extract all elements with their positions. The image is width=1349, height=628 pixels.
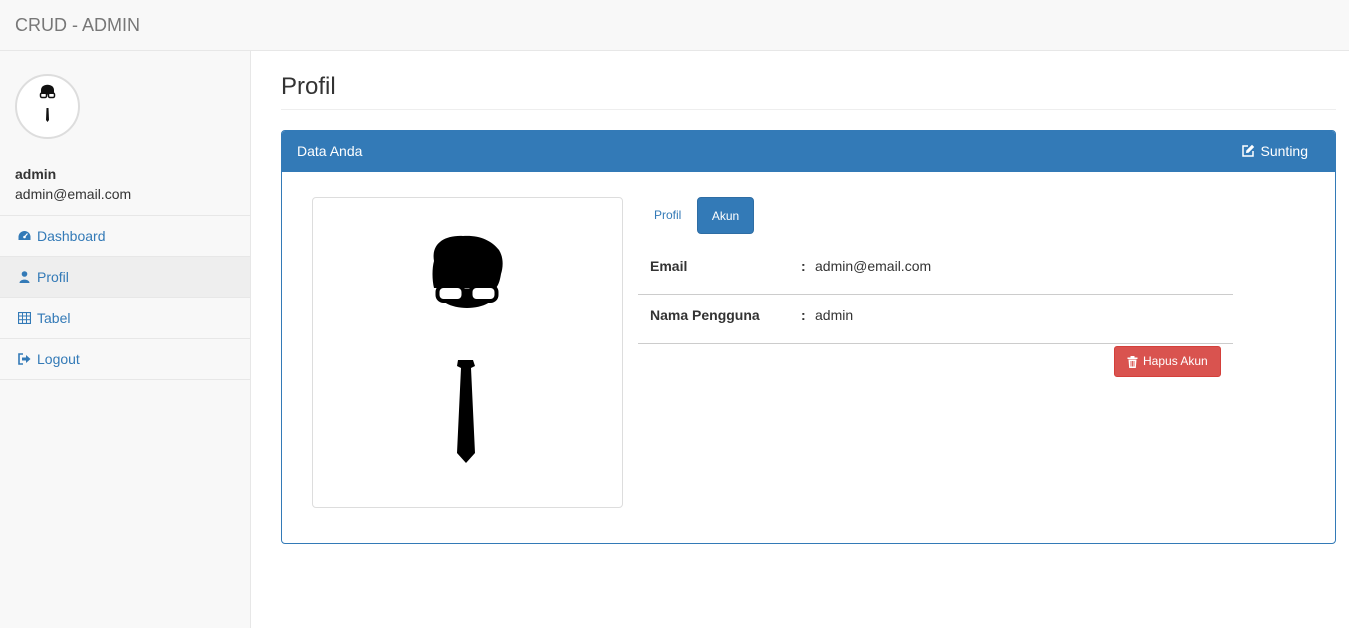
- field-separator: :: [801, 258, 806, 274]
- top-navbar: CRUD - ADMIN: [0, 0, 1349, 51]
- sidebar-menu: Dashboard Profil Tabel Logout: [0, 215, 250, 380]
- page-title: Profil: [281, 73, 336, 100]
- field-separator: :: [801, 307, 806, 323]
- account-info-table: Email : admin@email.com Nama Pengguna : …: [638, 246, 1233, 344]
- panel-title: Data Anda: [297, 143, 363, 159]
- user-icon: [19, 271, 30, 283]
- sidebar-item-logout[interactable]: Logout: [0, 339, 250, 380]
- edit-button-label: Sunting: [1260, 143, 1308, 159]
- field-value: admin@email.com: [815, 258, 932, 274]
- sidebar-item-profil[interactable]: Profil: [0, 257, 250, 298]
- avatar-figure-icon: [39, 84, 56, 122]
- sidebar-item-label: Tabel: [37, 310, 71, 326]
- edit-button[interactable]: Sunting: [1241, 143, 1308, 160]
- field-label: Nama Pengguna: [650, 307, 760, 323]
- profile-figure-icon: [432, 235, 503, 463]
- delete-account-button[interactable]: Hapus Akun: [1114, 346, 1221, 377]
- sidebar-item-dashboard[interactable]: Dashboard: [0, 216, 250, 257]
- user-name: admin: [15, 166, 57, 182]
- table-row: Nama Pengguna : admin: [638, 295, 1233, 344]
- edit-icon: [1241, 144, 1254, 157]
- field-label: Email: [650, 258, 688, 274]
- avatar: [15, 74, 80, 139]
- table-row: Email : admin@email.com: [638, 246, 1233, 295]
- sidebar-item-label: Logout: [37, 351, 80, 367]
- dashboard-icon: [18, 231, 31, 240]
- tab-profil[interactable]: Profil: [638, 197, 697, 234]
- profile-panel: Data Anda Sunting Profil Akun Email : ad…: [281, 130, 1336, 544]
- profile-photo: [312, 197, 623, 508]
- delete-button-label: Hapus Akun: [1143, 354, 1208, 368]
- trash-icon: [1127, 356, 1138, 368]
- panel-heading: Data Anda Sunting: [282, 131, 1335, 172]
- tab-akun[interactable]: Akun: [697, 197, 754, 234]
- page-header: Profil: [281, 72, 1336, 110]
- table-icon: [18, 312, 31, 324]
- sidebar-item-label: Dashboard: [37, 228, 106, 244]
- user-email: admin@email.com: [15, 186, 132, 202]
- logout-icon: [18, 353, 31, 365]
- field-value: admin: [815, 307, 854, 323]
- brand-title[interactable]: CRUD - ADMIN: [15, 14, 140, 36]
- sidebar: admin admin@email.com Dashboard Profil T…: [0, 51, 251, 628]
- sidebar-item-label: Profil: [37, 269, 69, 285]
- sidebar-item-tabel[interactable]: Tabel: [0, 298, 250, 339]
